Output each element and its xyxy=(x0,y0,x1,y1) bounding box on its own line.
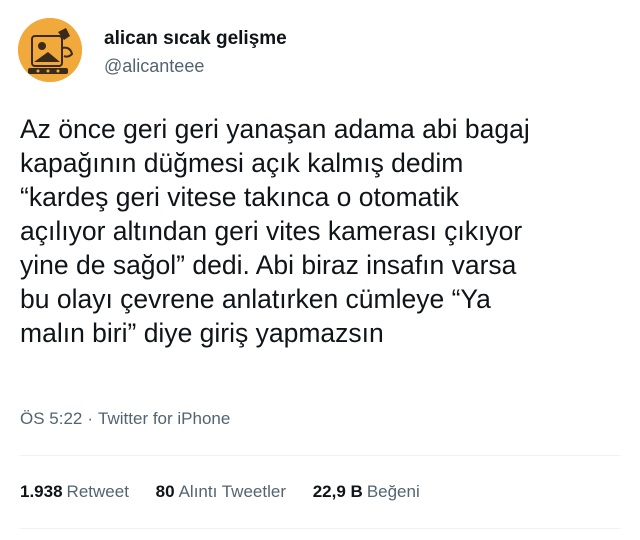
quote-label: Alıntı Tweetler xyxy=(178,482,286,501)
tweet-time[interactable]: ÖS 5:22 xyxy=(20,409,82,428)
author-display-name[interactable]: alican sıcak gelişme xyxy=(104,28,287,50)
retweet-stat[interactable]: 1.938 Retweet xyxy=(20,482,129,502)
retweet-count: 1.938 xyxy=(20,482,63,501)
illustrated-avatar-icon xyxy=(18,18,82,82)
tweet-text-line: “kardeş geri vitese takınca o otomatik xyxy=(20,182,459,212)
engagement-stats: 1.938 Retweet 80 Alıntı Tweetler 22,9 B Beğ… xyxy=(20,482,442,502)
avatar[interactable] xyxy=(18,18,82,82)
tweet-meta: ÖS 5:22 · Twitter for iPhone xyxy=(20,409,230,429)
divider xyxy=(20,528,620,529)
like-label: Beğeni xyxy=(366,482,420,501)
tweet-text-line: bu olayı çevrene anlatırken cümleye “Ya xyxy=(20,284,491,314)
tweet-text: Az önce geri geri yanaşan adama abi baga… xyxy=(20,112,625,350)
tweet-text-line: yine de sağol” dedi. Abi biraz insafın v… xyxy=(20,250,517,280)
retweet-label: Retweet xyxy=(66,482,129,501)
tweet-text-line: kapağının düğmesi açık kalmış dedim xyxy=(20,148,464,178)
tweet-text-line: Az önce geri geri yanaşan adama abi baga… xyxy=(20,114,530,144)
like-count: 22,9 B xyxy=(312,482,363,501)
quote-count: 80 xyxy=(155,482,175,501)
divider xyxy=(20,455,620,456)
quote-tweet-stat[interactable]: 80 Alıntı Tweetler xyxy=(156,482,286,502)
meta-separator: · xyxy=(87,409,94,428)
tweet-card: alican sıcak gelişme @alicanteee Az önce… xyxy=(0,0,640,540)
author-handle[interactable]: @alicanteee xyxy=(104,56,204,77)
tweet-source[interactable]: Twitter for iPhone xyxy=(98,409,230,428)
like-stat[interactable]: 22,9 B Beğeni xyxy=(313,482,420,502)
tweet-text-line: malın biri” diye giriş yapmazsın xyxy=(20,318,384,348)
tweet-text-line: açılıyor altından geri vites kamerası çı… xyxy=(20,216,523,246)
